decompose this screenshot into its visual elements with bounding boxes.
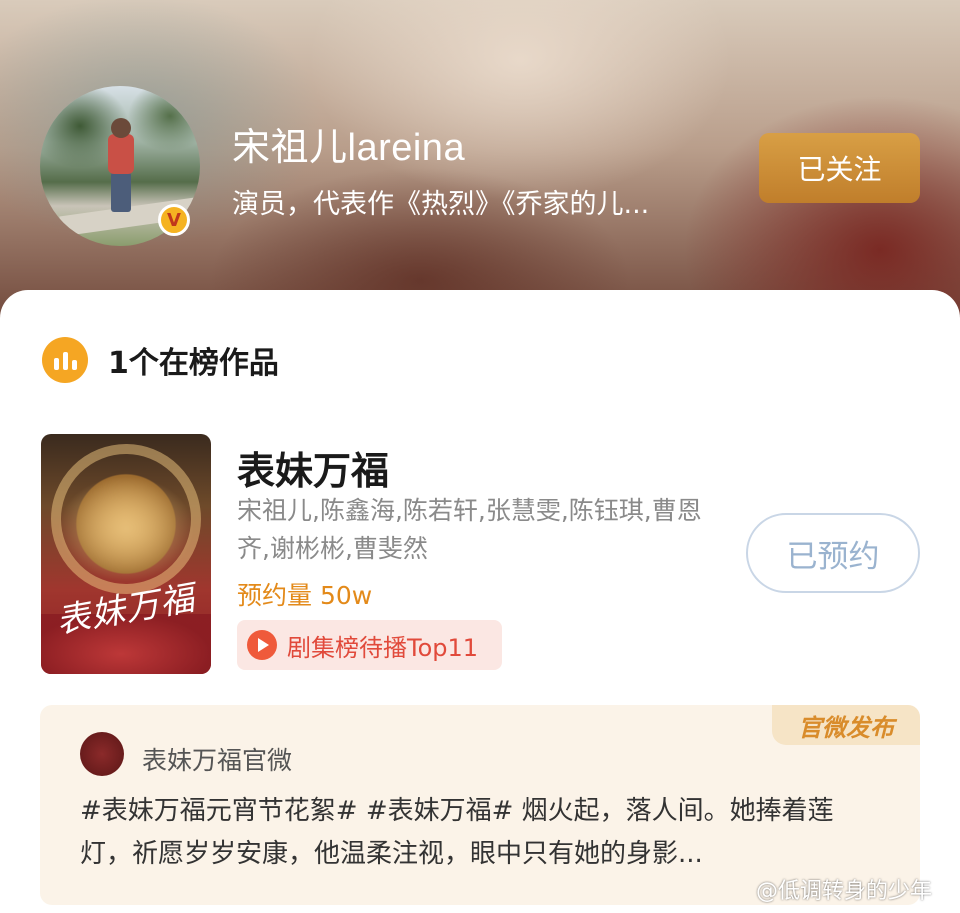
watermark: @低调转身的少年 (756, 873, 932, 905)
avatar-figure-legs (111, 172, 131, 212)
play-icon (247, 630, 277, 660)
rank-badge-label: 剧集榜待播Top11 (287, 633, 479, 662)
profile-username[interactable]: 宋祖儿lareina (232, 116, 465, 171)
work-poster[interactable]: 表妹万福 (41, 434, 211, 674)
avatar-figure-body (108, 134, 134, 174)
official-account-name[interactable]: 表妹万福官微 (142, 741, 292, 777)
reserved-button[interactable]: 已预约 (746, 513, 920, 593)
work-title[interactable]: 表妹万福 (237, 440, 389, 495)
work-cast: 宋祖儿,陈鑫海,陈若轩,张慧雯,陈钰琪,曹恩齐,谢彬彬,曹斐然 (237, 496, 702, 563)
chart-bars-icon (42, 337, 88, 383)
verified-badge-icon: V (158, 204, 190, 236)
avatar-figure-head (111, 118, 131, 138)
profile-bio: 演员，代表作《热烈》《乔家的儿... (232, 189, 650, 220)
official-release-tag: 官微发布 (772, 705, 920, 745)
official-account-avatar[interactable] (80, 732, 124, 776)
reservation-count: 预约量 50w (237, 581, 373, 610)
rank-badge[interactable]: 剧集榜待播Top11 (237, 620, 502, 670)
followed-button[interactable]: 已关注 (759, 133, 920, 203)
section-title: 1个在榜作品 (108, 346, 279, 381)
official-post-text[interactable]: #表妹万福元宵节花絮# #表妹万福# 烟火起，落人间。她捧着莲灯，祈愿岁岁安康，… (80, 790, 880, 876)
watermark-text: @低调转身的少年 (756, 879, 933, 904)
